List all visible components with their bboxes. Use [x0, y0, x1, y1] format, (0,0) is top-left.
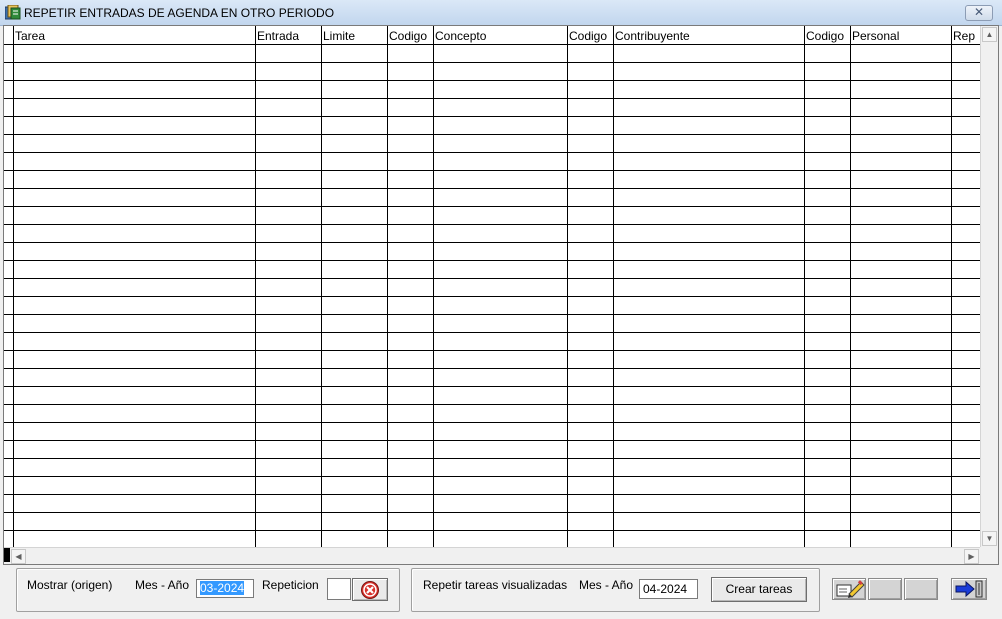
chevron-up-icon: ▲ [985, 30, 994, 39]
edit-pencil-icon [836, 580, 865, 598]
scrollbar-corner [980, 547, 998, 564]
toolbar-blank-button-2[interactable] [904, 578, 938, 600]
column-header-personal[interactable]: Personal [852, 29, 950, 43]
mostrar-origen-label: Mostrar (origen) [27, 578, 113, 592]
crear-tareas-button[interactable]: Crear tareas [711, 577, 807, 602]
exit-button[interactable] [951, 578, 987, 600]
tasks-grid[interactable]: Tarea Entrada Limite Codigo Concepto Codigo Co… [3, 25, 999, 565]
column-header-tarea[interactable]: Tarea [15, 29, 254, 43]
title-bar: REPETIR ENTRADAS DE AGENDA EN OTRO PERIO… [0, 0, 1002, 26]
origin-mes-anio-input[interactable]: 03-2024 [196, 579, 254, 598]
record-pointer [4, 548, 10, 562]
chevron-left-icon: ◀ [15, 552, 22, 561]
origin-mes-anio-label: Mes - Año [135, 578, 190, 592]
chevron-right-icon: ▶ [968, 552, 975, 561]
repeticion-label: Repeticion [262, 578, 319, 592]
crear-tareas-label: Crear tareas [725, 582, 793, 596]
repeat-panel: Repetir tareas visualizadas Mes - Año 04… [411, 568, 820, 612]
repetir-tareas-label: Repetir tareas visualizadas [423, 578, 568, 592]
column-header-limite[interactable]: Limite [323, 29, 386, 43]
scroll-up-button[interactable]: ▲ [982, 27, 997, 42]
agenda-app-icon[interactable] [5, 5, 21, 20]
origin-mes-anio-value: 03-2024 [200, 581, 245, 595]
edit-button[interactable] [832, 578, 866, 600]
column-header-concepto[interactable]: Concepto [435, 29, 566, 43]
chevron-down-icon: ▼ [985, 534, 994, 543]
cancel-button[interactable] [352, 578, 388, 601]
repeat-mes-anio-input[interactable]: 04-2024 [639, 579, 698, 599]
horizontal-scrollbar[interactable]: ◀ ▶ [4, 547, 980, 564]
toolbar-blank-button-1[interactable] [868, 578, 902, 600]
column-header-codigo[interactable]: Codigo [806, 29, 849, 43]
column-header-contribuyente[interactable]: Contribuyente [615, 29, 803, 43]
column-header-codigo[interactable]: Codigo [569, 29, 612, 43]
grid-lines [4, 26, 980, 547]
close-button[interactable]: ✕ [965, 5, 993, 21]
column-header-entrada[interactable]: Entrada [257, 29, 320, 43]
vertical-scrollbar[interactable]: ▲ ▼ [980, 26, 998, 547]
column-header-codigo[interactable]: Codigo [389, 29, 432, 43]
repeat-mes-anio-value: 04-2024 [643, 582, 688, 596]
window-title: REPETIR ENTRADAS DE AGENDA EN OTRO PERIO… [24, 6, 335, 20]
scroll-right-button[interactable]: ▶ [964, 549, 979, 564]
repeticion-input[interactable] [327, 578, 351, 600]
scroll-down-button[interactable]: ▼ [982, 531, 997, 546]
column-header-rep[interactable]: Rep [953, 29, 979, 43]
origin-panel: Mostrar (origen) Mes - Año 03-2024 Repet… [16, 568, 400, 612]
exit-arrow-icon [955, 580, 983, 598]
scroll-left-button[interactable]: ◀ [11, 549, 26, 564]
repeat-mes-anio-label: Mes - Año [579, 578, 634, 592]
close-icon: ✕ [973, 5, 985, 19]
red-x-circle-icon [361, 581, 379, 599]
